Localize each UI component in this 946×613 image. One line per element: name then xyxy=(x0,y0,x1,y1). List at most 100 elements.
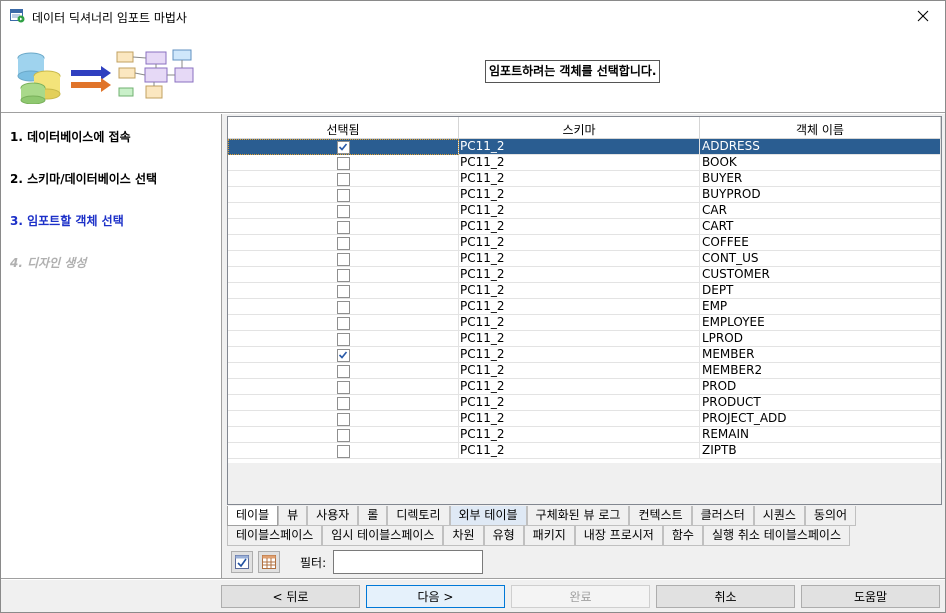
select-checkbox[interactable] xyxy=(336,380,350,394)
close-button[interactable] xyxy=(901,1,945,31)
select-checkbox[interactable] xyxy=(336,188,350,202)
selected-cell[interactable] xyxy=(228,427,459,443)
selected-cell[interactable] xyxy=(228,443,459,459)
table-row[interactable]: PC11_2 PROJECT_ADD xyxy=(228,411,941,427)
table-row[interactable]: PC11_2 BUYER xyxy=(228,171,941,187)
tab-row1-6[interactable]: 구체화된 뷰 로그 xyxy=(526,506,630,526)
selected-cell[interactable] xyxy=(228,315,459,331)
tab-row1-5[interactable]: 외부 테이블 xyxy=(449,506,527,526)
table-row[interactable]: PC11_2 BUYPROD xyxy=(228,187,941,203)
deselect-all-button[interactable] xyxy=(258,551,280,573)
table-row[interactable]: PC11_2 CAR xyxy=(228,203,941,219)
table-row[interactable]: PC11_2 EMPLOYEE xyxy=(228,315,941,331)
object-name-cell: BOOK xyxy=(700,155,941,171)
schema-cell: PC11_2 xyxy=(459,379,700,395)
tab-row2-4[interactable]: 패키지 xyxy=(523,526,575,546)
selected-cell[interactable] xyxy=(228,219,459,235)
select-all-button[interactable] xyxy=(231,551,253,573)
selected-cell[interactable] xyxy=(228,347,459,363)
tab-row2-5[interactable]: 내장 프로시저 xyxy=(574,526,663,546)
tab-row1-10[interactable]: 동의어 xyxy=(804,506,857,526)
selected-cell[interactable] xyxy=(228,203,459,219)
table-row[interactable]: PC11_2 CONT_US xyxy=(228,251,941,267)
tab-row1-0[interactable]: 테이블 xyxy=(227,506,279,526)
table-row[interactable]: PC11_2 DEPT xyxy=(228,283,941,299)
object-name-cell: CONT_US xyxy=(700,251,941,267)
tab-row2-6[interactable]: 함수 xyxy=(662,526,703,546)
table-row[interactable]: PC11_2 MEMBER xyxy=(228,347,941,363)
selected-cell[interactable] xyxy=(228,155,459,171)
table-row[interactable]: PC11_2 PRODUCT xyxy=(228,395,941,411)
tab-row1-1[interactable]: 뷰 xyxy=(278,506,308,526)
table-row[interactable]: PC11_2 EMP xyxy=(228,299,941,315)
tab-row2-2[interactable]: 차원 xyxy=(443,526,484,546)
select-checkbox[interactable] xyxy=(336,364,350,378)
table-row[interactable]: PC11_2 MEMBER2 xyxy=(228,363,941,379)
select-checkbox[interactable] xyxy=(336,332,350,346)
selected-cell[interactable] xyxy=(228,395,459,411)
selected-cell[interactable] xyxy=(228,379,459,395)
select-checkbox[interactable] xyxy=(336,220,350,234)
tab-row1-3[interactable]: 롤 xyxy=(358,506,388,526)
selected-cell[interactable] xyxy=(228,235,459,251)
selected-cell[interactable] xyxy=(228,139,459,155)
selected-cell[interactable] xyxy=(228,331,459,347)
table-row[interactable]: PC11_2 COFFEE xyxy=(228,235,941,251)
select-checkbox[interactable] xyxy=(336,412,350,426)
table-row[interactable]: PC11_2 REMAIN xyxy=(228,427,941,443)
table-row[interactable]: PC11_2 CART xyxy=(228,219,941,235)
filter-input[interactable] xyxy=(333,550,483,574)
tab-row2-0[interactable]: 테이블스페이스 xyxy=(227,526,323,546)
selected-cell[interactable] xyxy=(228,187,459,203)
tab-row1-8[interactable]: 클러스터 xyxy=(691,506,754,526)
finish-button[interactable]: 완료 xyxy=(511,585,650,608)
help-button[interactable]: 도움말 xyxy=(801,585,940,608)
table-row[interactable]: PC11_2 BOOK xyxy=(228,155,941,171)
table-row[interactable]: PC11_2 ADDRESS xyxy=(228,139,941,155)
cancel-button[interactable]: 취소 xyxy=(656,585,795,608)
select-checkbox[interactable] xyxy=(336,316,350,330)
tab-row2-7[interactable]: 실행 취소 테이블스페이스 xyxy=(702,526,851,546)
step-select-schema: 2. 스키마/데이터베이스 선택 xyxy=(10,172,158,186)
tab-row1-2[interactable]: 사용자 xyxy=(307,506,359,526)
select-checkbox[interactable] xyxy=(336,252,350,266)
select-checkbox[interactable] xyxy=(336,444,350,458)
selected-cell[interactable] xyxy=(228,299,459,315)
column-header-selected[interactable]: 선택됨 xyxy=(228,117,459,139)
select-checkbox[interactable] xyxy=(336,348,350,362)
selected-cell[interactable] xyxy=(228,283,459,299)
table-row[interactable]: PC11_2 ZIPTB xyxy=(228,443,941,459)
schema-cell: PC11_2 xyxy=(459,443,700,459)
selected-cell[interactable] xyxy=(228,171,459,187)
select-checkbox[interactable] xyxy=(336,140,350,154)
schema-cell: PC11_2 xyxy=(459,331,700,347)
select-checkbox[interactable] xyxy=(336,428,350,442)
selected-cell[interactable] xyxy=(228,267,459,283)
selected-cell[interactable] xyxy=(228,363,459,379)
tab-row1-7[interactable]: 컨텍스트 xyxy=(629,506,692,526)
select-checkbox[interactable] xyxy=(336,300,350,314)
select-checkbox[interactable] xyxy=(336,396,350,410)
select-checkbox[interactable] xyxy=(336,172,350,186)
select-checkbox[interactable] xyxy=(336,284,350,298)
select-checkbox[interactable] xyxy=(336,156,350,170)
selected-cell[interactable] xyxy=(228,411,459,427)
select-checkbox[interactable] xyxy=(336,268,350,282)
objects-grid[interactable]: 선택됨 스키마 객체 이름 PC11_2 ADDRESS PC11_2 BOOK PC1… xyxy=(227,116,942,505)
select-checkbox[interactable] xyxy=(336,236,350,250)
table-row[interactable]: PC11_2 LPROD xyxy=(228,331,941,347)
back-button[interactable]: < 뒤로 xyxy=(221,585,360,608)
tab-row1-4[interactable]: 디렉토리 xyxy=(387,506,450,526)
selected-cell[interactable] xyxy=(228,251,459,267)
schema-cell: PC11_2 xyxy=(459,139,700,155)
next-button[interactable]: 다음 > xyxy=(366,585,505,608)
table-row[interactable]: PC11_2 CUSTOMER xyxy=(228,267,941,283)
tab-row2-3[interactable]: 유형 xyxy=(483,526,524,546)
table-row[interactable]: PC11_2 PROD xyxy=(228,379,941,395)
tab-row2-1[interactable]: 임시 테이블스페이스 xyxy=(322,526,444,546)
schema-cell: PC11_2 xyxy=(459,251,700,267)
tab-row1-9[interactable]: 시퀀스 xyxy=(753,506,805,526)
select-checkbox[interactable] xyxy=(336,204,350,218)
column-header-schema[interactable]: 스키마 xyxy=(459,117,700,139)
column-header-object-name[interactable]: 객체 이름 xyxy=(700,117,941,139)
